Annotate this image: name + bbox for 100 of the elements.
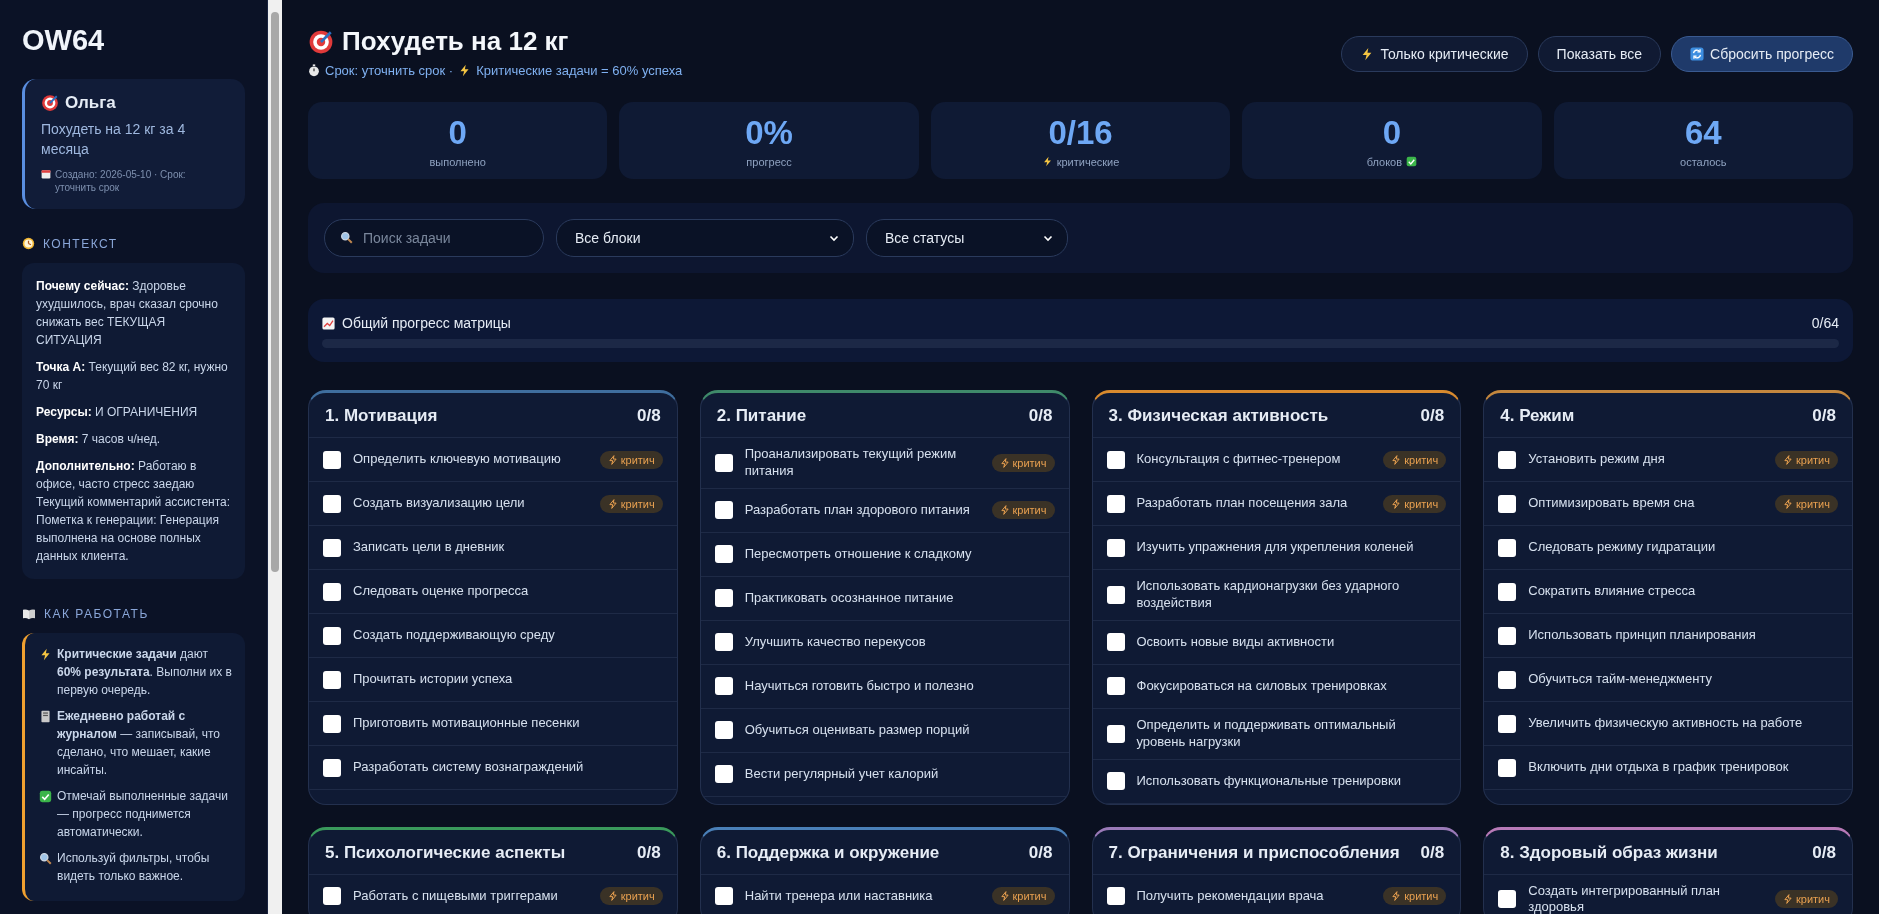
critical-badge: критич: [599, 494, 663, 513]
status-select[interactable]: Все статусы: [866, 219, 1068, 257]
task-text: Установить режим дня: [1528, 451, 1666, 468]
task-checkbox[interactable]: [1106, 450, 1125, 469]
task-text: Использовать принцип планирования: [1528, 627, 1757, 644]
deadline-text: Срок: уточнить срок ·: [325, 63, 454, 78]
action-button[interactable]: Показать все: [1537, 36, 1662, 72]
context-text: Ресурсы: И ОГРАНИЧЕНИЯ: [36, 403, 199, 421]
task-checkbox[interactable]: [714, 721, 733, 740]
task-checkbox[interactable]: [1498, 538, 1517, 557]
task-text: Определить и поддерживать оптимальный уровень нагрузки: [1136, 716, 1397, 751]
task-checkbox[interactable]: [1106, 633, 1125, 652]
task-checkbox[interactable]: [323, 670, 341, 689]
task-checkbox[interactable]: [1106, 772, 1125, 791]
stat-value: 0/16: [1048, 113, 1113, 152]
action-button[interactable]: Сбросить прогресс: [1671, 36, 1853, 72]
scrollbar[interactable]: [268, 0, 282, 914]
task-text: Консультация с фитнес-тренером: [1136, 451, 1342, 468]
task-checkbox[interactable]: [714, 633, 733, 652]
critical-badge: критич: [991, 887, 1055, 906]
task-text: Вести регулярный учет калорий: [744, 765, 940, 783]
task-checkbox[interactable]: [323, 450, 341, 469]
block-count: 0/8: [1420, 406, 1445, 426]
task-checkbox[interactable]: [1106, 494, 1125, 513]
task-checkbox[interactable]: [1498, 714, 1517, 733]
task-checkbox[interactable]: [1106, 538, 1125, 557]
task-checkbox[interactable]: [1498, 670, 1517, 689]
instruction-text: Используй фильтры, чтобы видеть только важное.: [57, 849, 211, 885]
task-checkbox[interactable]: [714, 545, 733, 564]
task-text: Следовать режиму гидратации: [1528, 539, 1717, 556]
task-checkbox[interactable]: [1498, 450, 1517, 469]
progress-label: Общий прогресс матрицы: [342, 315, 511, 331]
block-title: 2. Питание: [716, 406, 807, 426]
critical-badge: критич: [1775, 494, 1838, 513]
app-logo: OW64: [22, 24, 106, 57]
block-count: 0/8: [1028, 842, 1053, 863]
block-title: 7. Ограничения и приспособления: [1108, 842, 1400, 863]
instruction-text: Критические задачи дают 60% результата. Выполни их в первую очередь.: [57, 645, 233, 699]
task-text: Обучиться тайм-менеджменту: [1528, 671, 1714, 688]
task-checkbox[interactable]: [323, 626, 341, 645]
task-text: Создать интегрированный план здоровья: [1528, 882, 1722, 914]
task-text: Разработать систему вознаграждений: [353, 759, 585, 776]
task-text: Использовать кардионагрузки без ударного воздействия: [1136, 578, 1401, 612]
instruction-text: Отмечай выполненные задачи — прогресс поднимется автоматически.: [57, 787, 229, 841]
critical-badge: критич: [599, 450, 663, 469]
critical-badge: критич: [991, 453, 1055, 472]
task-checkbox[interactable]: [323, 582, 341, 601]
task-checkbox[interactable]: [1106, 887, 1125, 906]
refresh-icon: [1690, 47, 1705, 61]
block-count: 0/8: [637, 406, 661, 426]
stat-label: выполнено: [429, 155, 486, 168]
action-button[interactable]: Только критические: [1341, 36, 1528, 72]
task-checkbox[interactable]: [714, 887, 733, 906]
task-checkbox[interactable]: [714, 501, 733, 520]
task-checkbox[interactable]: [1498, 758, 1517, 777]
stat-value: 0: [448, 113, 467, 152]
task-text: Прочитать истории успеха: [353, 671, 514, 688]
stat-label: прогресс: [746, 155, 792, 168]
chevron-down-icon: [829, 233, 839, 243]
task-text: Проанализировать текущий режим питания: [744, 446, 958, 480]
task-checkbox[interactable]: [714, 589, 733, 608]
context-text: Точка А: Текущий вес 82 кг, нужно 70 кг: [36, 358, 229, 394]
task-checkbox[interactable]: [323, 758, 341, 777]
task-checkbox[interactable]: [714, 765, 733, 784]
task-text: Изучить упражнения для укрепления коленей: [1136, 539, 1415, 556]
block-title: 3. Физическая активность: [1108, 406, 1329, 426]
task-checkbox[interactable]: [323, 887, 341, 906]
profile-meta: Создано: 2026-05-10 · Срок: уточнить срок: [55, 167, 187, 195]
task-checkbox[interactable]: [1498, 890, 1517, 909]
task-checkbox[interactable]: [1106, 585, 1125, 604]
critical-badge: критич: [1383, 494, 1447, 513]
task-checkbox[interactable]: [714, 453, 733, 472]
stat-label: блоков: [1366, 155, 1403, 168]
task-checkbox[interactable]: [1106, 677, 1125, 696]
block-select[interactable]: Все блоки: [556, 219, 854, 257]
task-text: Разработать план здорового питания: [744, 501, 971, 519]
search-field[interactable]: Поиск задачи: [324, 219, 544, 257]
context-text: Время: 7 часов ч/нед.: [36, 430, 162, 448]
critical-badge: критич: [1775, 890, 1838, 909]
block-title: 1. Мотивация: [325, 406, 438, 426]
task-checkbox[interactable]: [1498, 582, 1517, 601]
task-checkbox[interactable]: [323, 538, 341, 557]
task-checkbox[interactable]: [323, 714, 341, 733]
task-text: Определить ключевую мотивацию: [353, 451, 562, 468]
task-checkbox[interactable]: [1498, 626, 1517, 645]
task-text: Приготовить мотивационные песенки: [353, 715, 581, 732]
task-text: Оптимизировать время сна: [1528, 495, 1696, 512]
task-text: Использовать функциональные тренировки: [1136, 772, 1402, 790]
task-checkbox[interactable]: [1498, 494, 1517, 513]
calendar-icon: [41, 168, 51, 179]
stat-value: 0: [1382, 113, 1402, 152]
section-heading: КАК РАБОТАТЬ: [44, 606, 149, 621]
task-checkbox[interactable]: [323, 494, 341, 513]
task-text: Сократить влияние стресса: [1528, 583, 1697, 600]
critical-note: Критические задачи = 60% успеха: [476, 63, 683, 78]
task-text: Обучиться оценивать размер порций: [744, 721, 971, 739]
task-checkbox[interactable]: [714, 677, 733, 696]
task-text: Создать поддерживающую среду: [353, 627, 556, 644]
task-checkbox[interactable]: [1106, 724, 1125, 743]
lightning-icon: [39, 647, 52, 661]
